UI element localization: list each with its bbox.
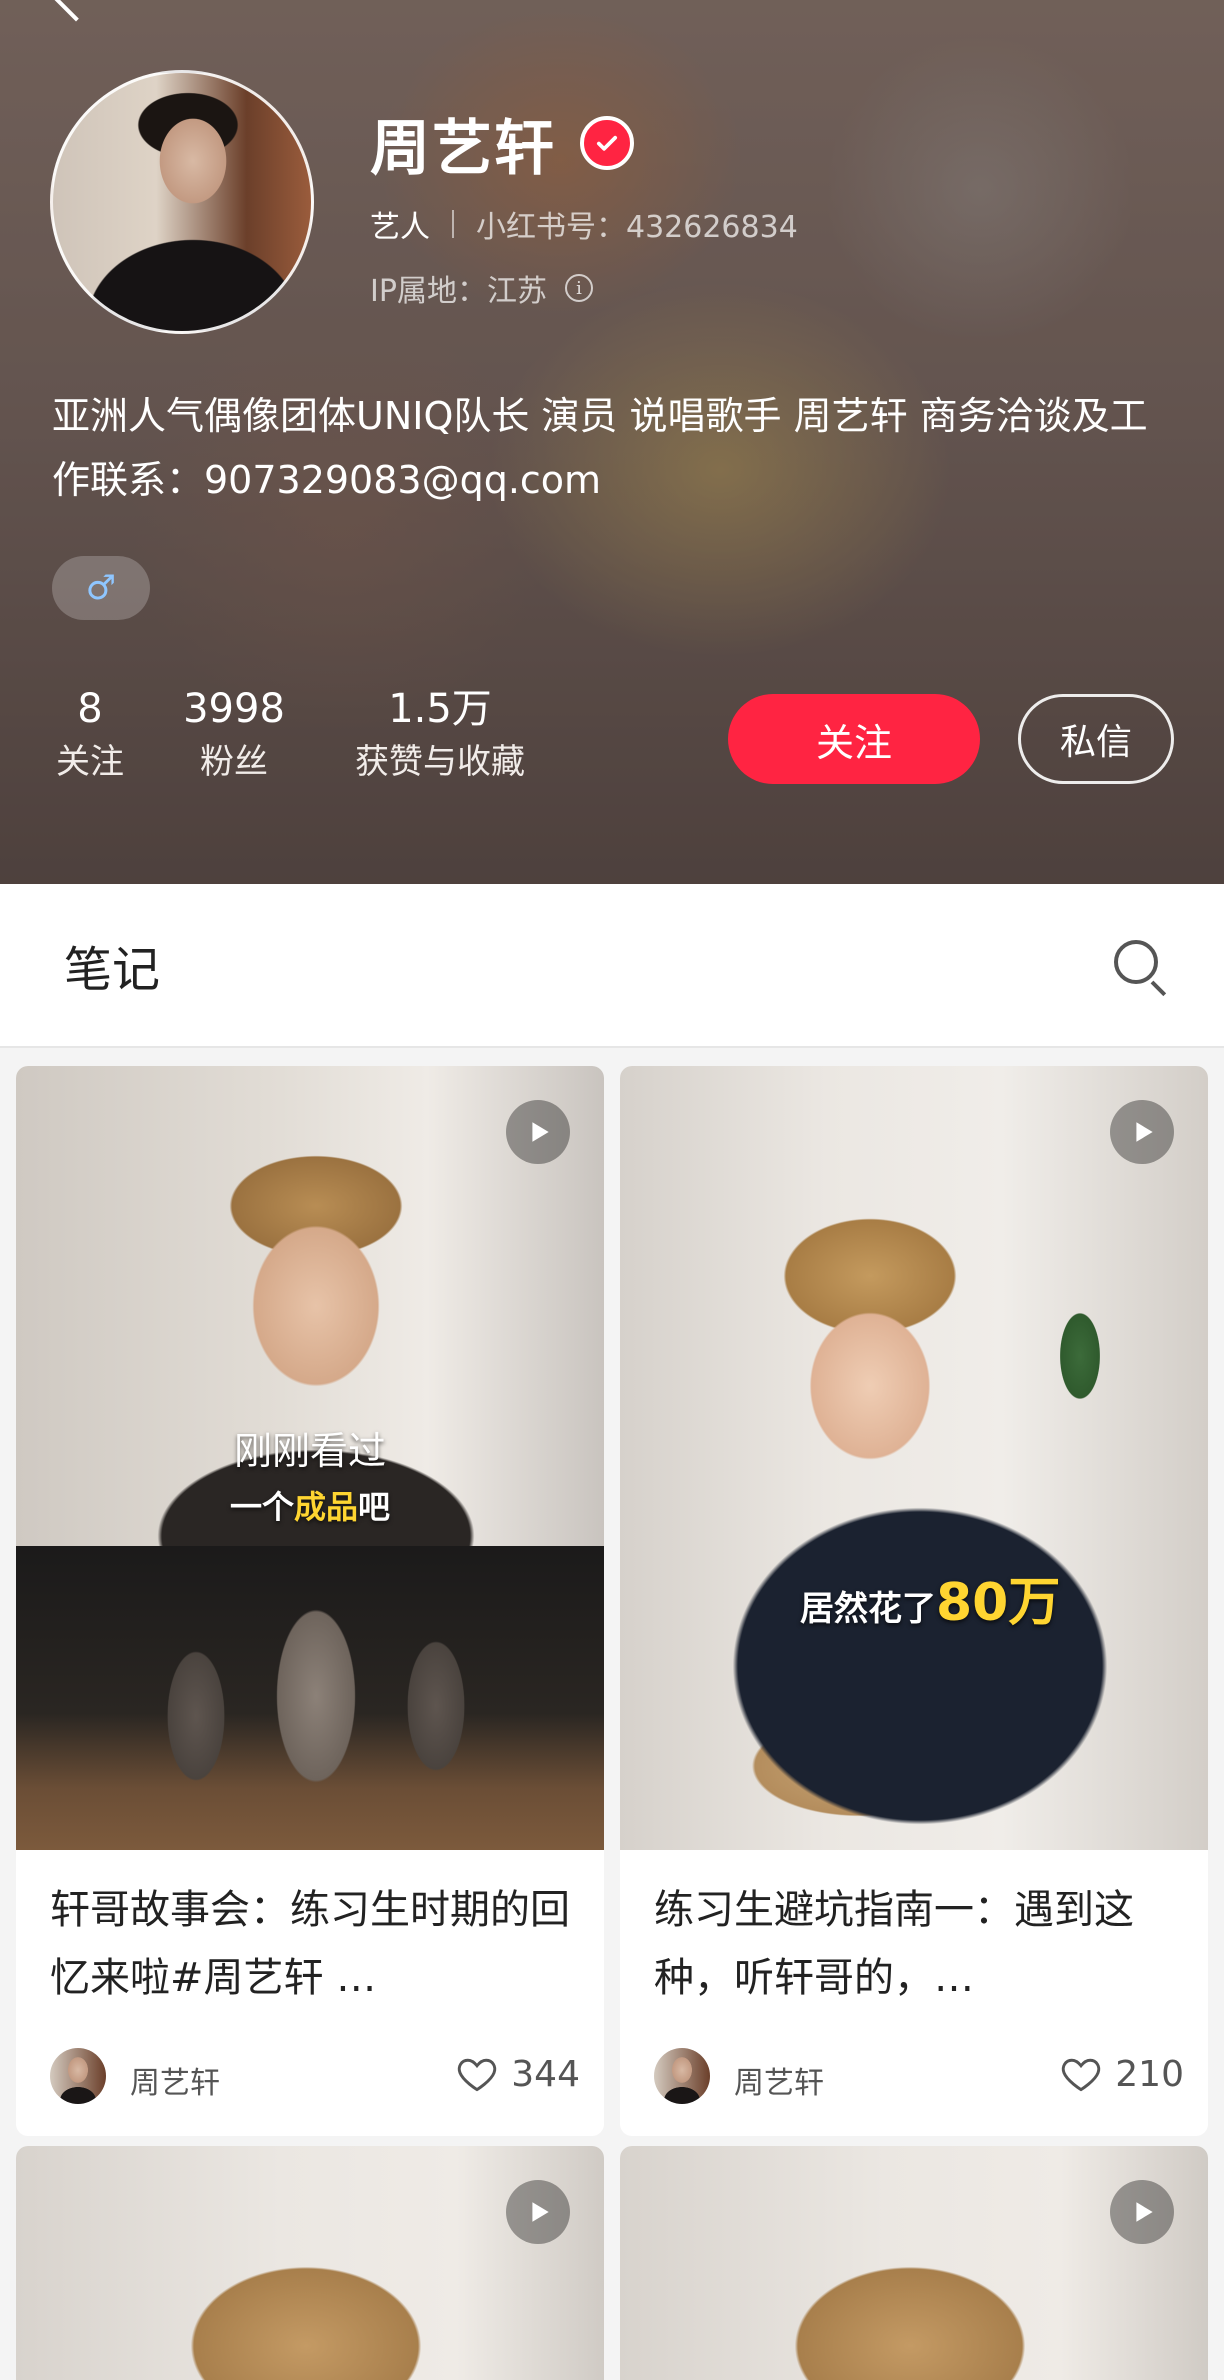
notes-feed: 刚刚看过 一个成品吧 轩哥故事会：练习生时期的回忆来啦#周艺轩 … 周艺轩 34… [0, 1048, 1224, 2380]
author-name[interactable]: 周艺轩 [734, 2058, 824, 2102]
note-title[interactable]: 轩哥故事会：练习生时期的回忆来啦#周艺轩 … [50, 1876, 570, 2012]
author-name[interactable]: 周艺轩 [130, 2058, 220, 2102]
stat-followers[interactable]: 3998 粉丝 [180, 686, 288, 786]
play-icon [1110, 2180, 1174, 2244]
followers-label: 粉丝 [200, 742, 268, 782]
note-card[interactable]: 居然花了80万 练习生避坑指南一：遇到这种，听轩哥的，… 周艺轩 210 [620, 1066, 1208, 2136]
profile-header: 周艺轩 艺人 小红书号：432626834 IP属地：江苏 i 亚洲人气偶像团体… [0, 0, 1224, 884]
heart-icon [1062, 2058, 1101, 2092]
search-icon[interactable] [1112, 938, 1168, 997]
note-thumbnail[interactable]: 居然花了80万 [620, 1066, 1208, 1850]
profile-role: 艺人 [370, 210, 430, 245]
like-count: 210 [1115, 2053, 1184, 2095]
male-icon: ♂ [85, 568, 117, 608]
profile-meta: 艺人 小红书号：432626834 [370, 202, 798, 246]
profile-avatar[interactable] [50, 70, 314, 334]
like-button[interactable]: 210 [1059, 2052, 1184, 2096]
play-icon [1110, 1100, 1174, 1164]
likes-collects-count: 1.5万 [388, 686, 492, 732]
note-footer: 周艺轩 344 [50, 2044, 580, 2108]
like-button[interactable]: 344 [455, 2052, 580, 2096]
gender-tag: ♂ [52, 556, 150, 620]
thumbnail-caption: 刚刚看过 [233, 1429, 386, 1473]
note-title[interactable]: 练习生避坑指南一：遇到这种，听轩哥的，… [654, 1876, 1174, 2012]
verified-icon [580, 116, 634, 170]
thumbnail-caption: 居然花了80万 [800, 1573, 1061, 1633]
followers-count: 3998 [183, 686, 285, 732]
ip-location: IP属地：江苏 [370, 274, 547, 309]
tab-notes[interactable]: 笔记 [64, 930, 160, 1000]
play-icon [506, 2180, 570, 2244]
message-button[interactable]: 私信 [1018, 694, 1174, 784]
note-thumbnail[interactable] [620, 2146, 1208, 2380]
note-card[interactable] [620, 2146, 1208, 2380]
note-footer: 周艺轩 210 [654, 2044, 1184, 2108]
play-icon [506, 1100, 570, 1164]
profile-bio: 亚洲人气偶像团体UNIQ队长 演员 说唱歌手 周艺轩 商务洽谈及工作联系：907… [52, 394, 1148, 502]
info-icon[interactable]: i [564, 274, 593, 302]
meta-divider [452, 210, 454, 238]
thumbnail-caption: 一个成品吧 [229, 1488, 391, 1526]
redbook-id[interactable]: 小红书号：432626834 [476, 202, 798, 246]
stat-likes-collects[interactable]: 1.5万 获赞与收藏 [340, 686, 540, 786]
heart-icon [458, 2058, 497, 2092]
profile-page: 周艺轩 艺人 小红书号：432626834 IP属地：江苏 i 亚洲人气偶像团体… [0, 0, 1224, 2380]
note-thumbnail[interactable]: 刚刚看过 一个成品吧 [16, 1066, 604, 1850]
following-count: 8 [77, 686, 103, 732]
follow-button[interactable]: 关注 [728, 694, 980, 784]
ip-location-row: IP属地：江苏 i [370, 266, 593, 310]
likes-collects-label: 获赞与收藏 [355, 742, 525, 782]
profile-name: 周艺轩 [370, 114, 556, 184]
back-chevron-icon[interactable] [50, 0, 102, 22]
note-thumbnail[interactable] [16, 2146, 604, 2380]
note-card[interactable] [16, 2146, 604, 2380]
note-card[interactable]: 刚刚看过 一个成品吧 轩哥故事会：练习生时期的回忆来啦#周艺轩 … 周艺轩 34… [16, 1066, 604, 2136]
stat-following[interactable]: 8 关注 [50, 686, 130, 786]
author-avatar[interactable] [50, 2048, 106, 2104]
author-avatar[interactable] [654, 2048, 710, 2104]
notes-tab-bar: 笔记 [0, 884, 1224, 1048]
like-count: 344 [511, 2053, 580, 2095]
following-label: 关注 [56, 742, 124, 782]
